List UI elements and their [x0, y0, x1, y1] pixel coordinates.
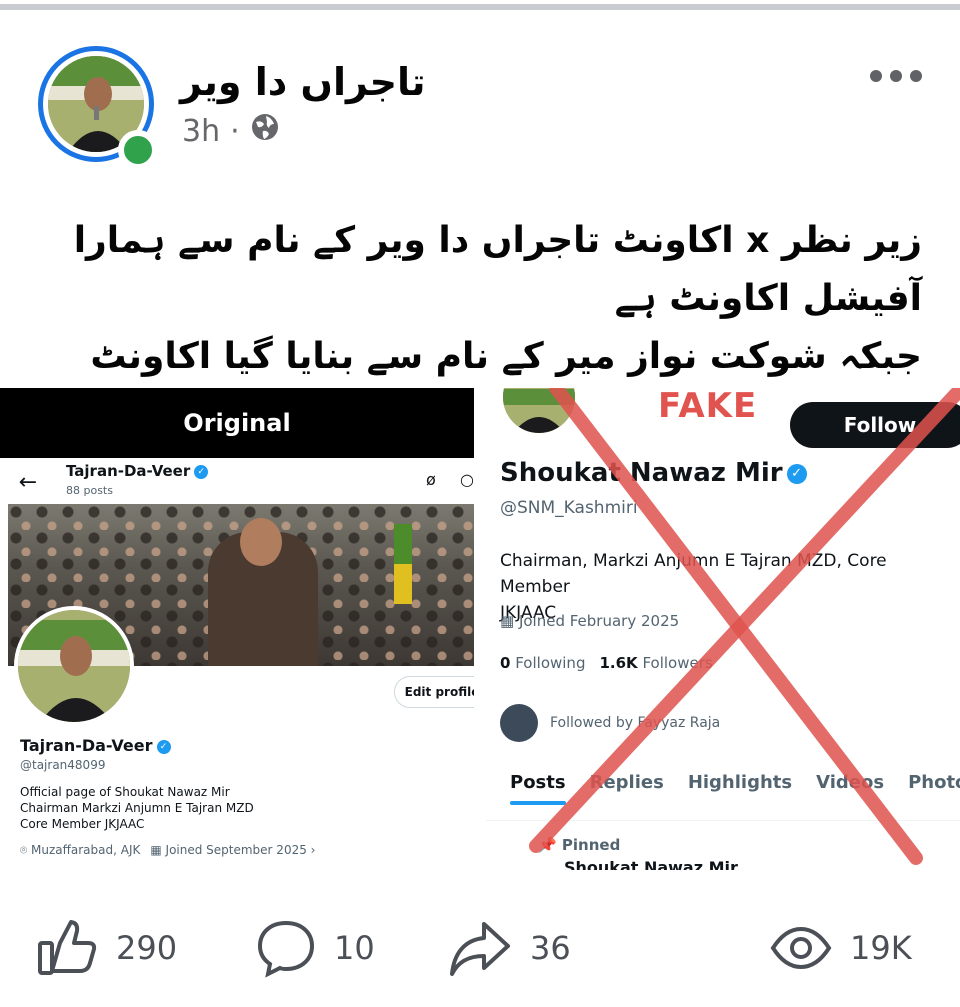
bio-line: Chairman, Markzi Anjumn E Tajran MZD, Co… — [500, 551, 887, 597]
fake-profile-name: Shoukat Nawaz Mir ✓ — [500, 458, 807, 488]
follow-counts: 0 Following 1.6K Followers — [500, 654, 713, 672]
thumbs-up-icon — [36, 917, 98, 979]
like-button[interactable]: 290 — [36, 912, 177, 984]
pinned-label: 📌 Pinned — [538, 836, 621, 854]
fake-account-image[interactable]: FAKE Follow Shoukat Nawaz Mir ✓ @SNM_Kash… — [486, 388, 960, 870]
profile-name: Tajran-Da-Veer ✓ — [20, 736, 171, 755]
followed-by: Followed by Fayyaz Raja — [500, 704, 720, 742]
followers-count: 1.6K Followers — [599, 654, 713, 672]
profile-handle: @tajran48099 — [20, 758, 106, 772]
back-arrow-icon: ← — [18, 469, 38, 495]
bio-line: Official page of Shoukat Nawaz Mir — [20, 785, 230, 799]
globe-icon — [250, 112, 280, 150]
share-count: 36 — [530, 929, 571, 967]
more-icon-dot — [890, 70, 902, 82]
search-icon: ○ — [460, 470, 474, 489]
profile-tabs: Posts Replies Highlights Videos Photos — [486, 772, 960, 805]
comment-button[interactable]: 10 — [256, 912, 375, 984]
edit-profile-button: Edit profile — [394, 676, 474, 708]
location: ⌾ Muzaffarabad, AJK — [20, 843, 141, 857]
flag-graphic — [394, 524, 412, 604]
eye-icon — [770, 926, 832, 970]
x-post-count: 88 posts — [66, 484, 113, 497]
comment-icon — [256, 917, 316, 979]
post-time[interactable]: 3h — [182, 114, 220, 149]
verified-badge-icon: ✓ — [786, 463, 807, 484]
share-button[interactable]: 36 — [448, 912, 571, 984]
views-count: 19K — [850, 929, 912, 967]
notification-icon: ø — [426, 470, 436, 489]
comment-count: 10 — [334, 929, 375, 967]
follower-avatar — [500, 704, 538, 742]
top-divider — [0, 4, 960, 10]
profile-bio: Official page of Shoukat Nawaz Mir Chair… — [20, 784, 460, 832]
joined-date: ▦ Joined September 2025 › — [150, 843, 316, 857]
views-indicator: 19K — [770, 912, 912, 984]
bio-line: Chairman Markzi Anjumn E Tajran MZD — [20, 801, 254, 815]
tab-photos: Photos — [908, 772, 960, 793]
speaker-head — [240, 518, 282, 566]
original-account-image[interactable]: Original ← Tajran-Da-Veer ✓ 88 posts ø ○ … — [0, 388, 474, 870]
post-author-name[interactable]: تاجراں دا ویر — [180, 60, 426, 104]
like-count: 290 — [116, 929, 178, 967]
followed-by-text: Followed by Fayyaz Raja — [550, 715, 721, 731]
post-text-line: زیر نظر x اکاونٹ تاجراں دا ویر کے نام سے… — [73, 220, 922, 319]
tab-videos: Videos — [816, 772, 885, 793]
fake-label: FAKE — [658, 388, 758, 426]
tab-posts: Posts — [510, 772, 566, 805]
fake-profile-picture — [500, 388, 578, 436]
online-status-dot — [118, 130, 158, 170]
x-topbar-name: Tajran-Da-Veer ✓ — [66, 462, 209, 480]
more-options-button[interactable] — [870, 62, 922, 90]
following-count: 0 Following — [500, 654, 586, 672]
original-label: Original — [0, 388, 474, 458]
fake-profile-handle: @SNM_Kashmiri — [500, 498, 638, 518]
pinned-post-author: Shoukat Nawaz Mir — [564, 858, 738, 870]
fake-joined-date: ▦ Joined February 2025 — [500, 612, 680, 630]
bio-line: Core Member JKJAAC — [20, 817, 145, 831]
post-meta: 3h · — [182, 112, 280, 150]
x-profile-topbar: ← Tajran-Da-Veer ✓ 88 posts ø ○ — [8, 460, 474, 504]
meta-separator: · — [230, 113, 240, 149]
post-action-bar: 290 10 36 19K — [0, 912, 960, 984]
tab-highlights: Highlights — [687, 772, 793, 793]
profile-meta: ⌾ Muzaffarabad, AJK ▦ Joined September 2… — [20, 843, 315, 858]
follow-button: Follow — [790, 402, 960, 448]
tabs-divider — [486, 820, 960, 821]
verified-badge-icon: ✓ — [194, 464, 209, 479]
share-icon — [448, 918, 512, 978]
tab-replies: Replies — [589, 772, 664, 793]
profile-picture — [14, 606, 134, 726]
more-icon-dot — [910, 70, 922, 82]
verified-badge-icon: ✓ — [156, 739, 171, 754]
more-icon-dot — [870, 70, 882, 82]
